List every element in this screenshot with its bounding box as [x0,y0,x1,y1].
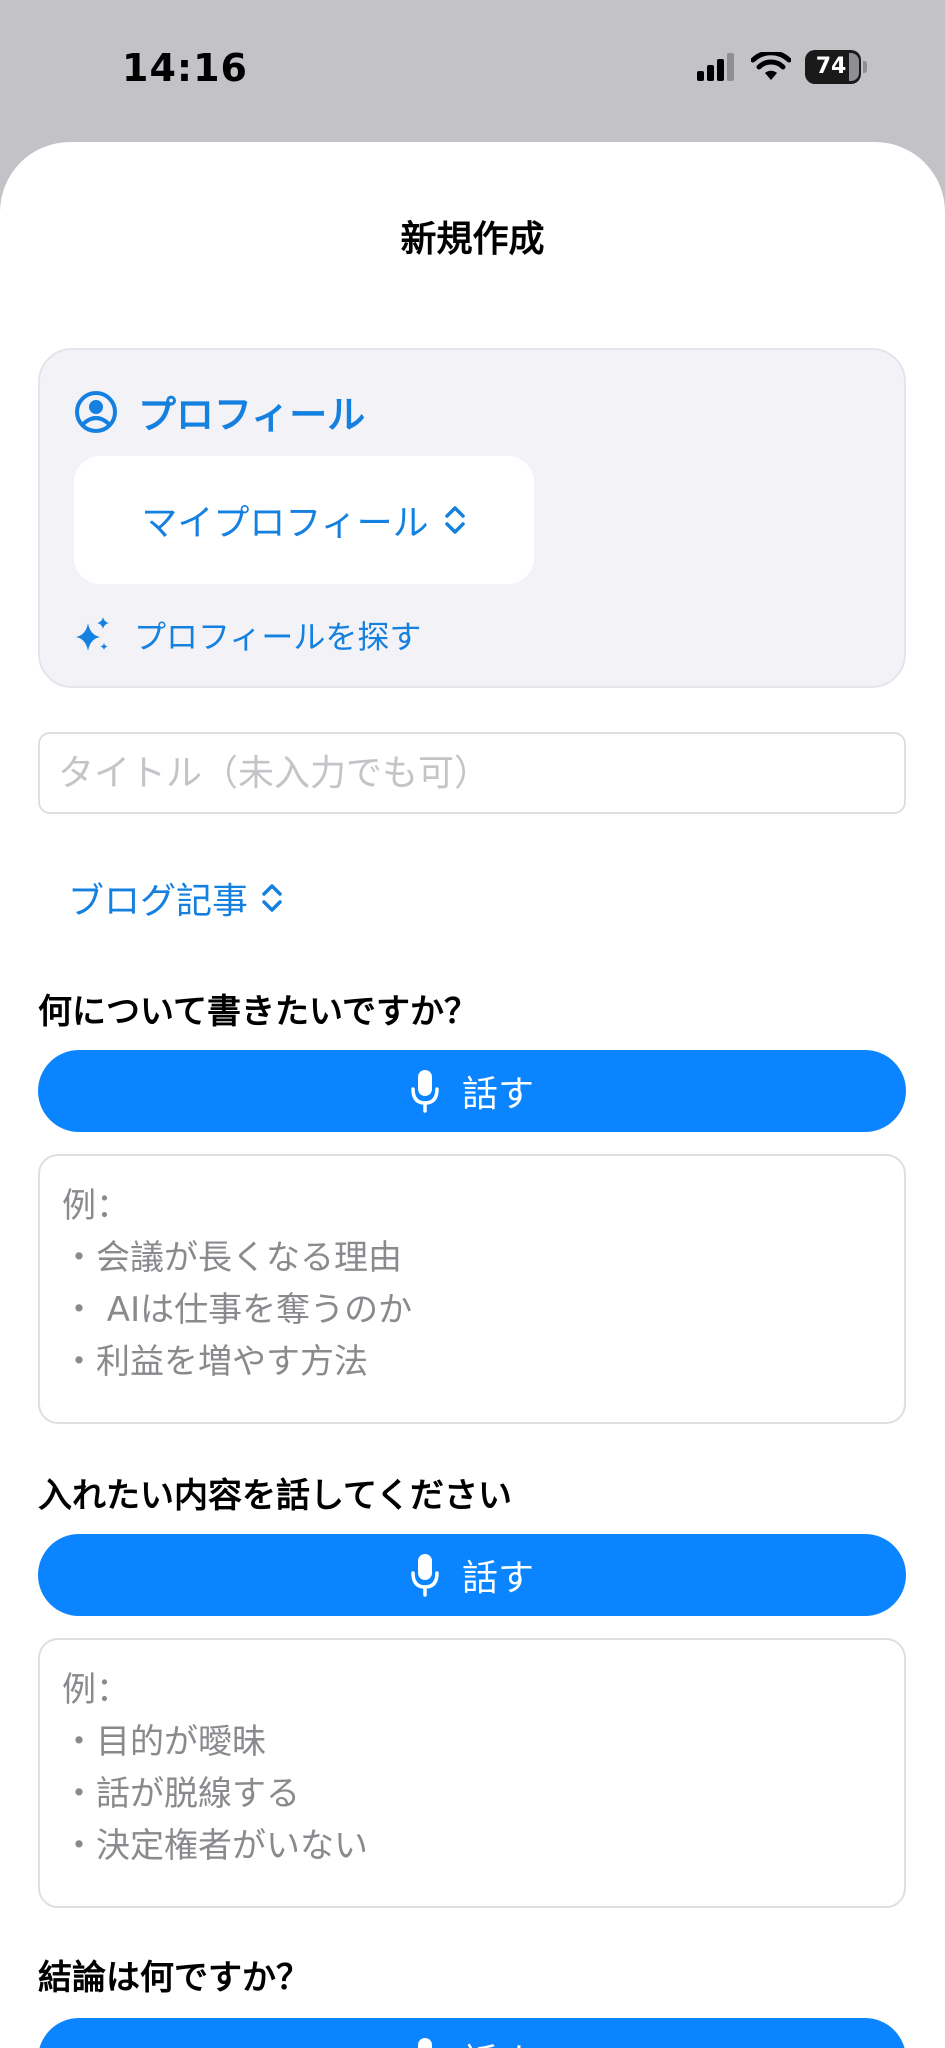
profile-card: プロフィール マイプロフィール プロフィールを探す [38,348,906,688]
chevron-updown-icon [444,506,465,534]
example-line: ・会議が長くなる理由 [62,1238,402,1278]
profile-label: プロフィール [138,393,366,437]
example-line: ・ AIは仕事を奪うのか [62,1290,413,1330]
find-profile-link[interactable]: プロフィールを探す [74,612,421,658]
profile-header: プロフィール [74,384,365,439]
profile-picker-value: マイプロフィール [141,503,429,544]
microphone-icon [411,1070,439,1113]
content-speak-label: 話す [461,1558,534,1599]
status-indicators: 74 [697,50,867,84]
conclusion-speak-label: 話す [462,2033,534,2048]
microphone-icon [417,2038,432,2048]
battery-level: 74 [815,54,847,79]
content-question: 入れたい内容を話してください [38,1476,512,1516]
topic-speak-label: 話す [461,1074,534,1115]
signal-icon [697,53,734,81]
conclusion-speak-button[interactable]: 話す [38,2018,906,2048]
find-profile-label: プロフィールを探す [134,618,422,656]
status-bar: 14:16 74 [0,0,945,140]
battery-icon: 74 [805,50,867,84]
document-type-value: ブログ記事 [68,881,249,922]
title-input[interactable] [38,732,906,814]
wifi-icon [751,52,791,80]
topic-speak-button[interactable]: 話す [38,1050,906,1132]
person-circle-icon [75,390,117,433]
topic-text-area[interactable]: 例： ・会議が長くなる理由 ・ AIは仕事を奪うのか ・利益を増やす方法 [38,1154,906,1424]
example-heading: 例： [62,1186,130,1226]
topic-question: 何について書きたいですか？ [38,992,478,1032]
example-line: ・決定権者がいない [62,1826,368,1866]
conclusion-question: 結論は何ですか？ [38,1958,310,1998]
document-type-picker[interactable]: ブログ記事 [68,872,284,924]
example-line: ・話が脱線する [62,1774,300,1814]
sheet-title: 新規作成 [400,219,545,260]
profile-picker[interactable]: マイプロフィール [74,456,534,584]
new-document-sheet: 新規作成 プロフィール マイプロフィール プロフィールを探す タイトル（未入力で… [0,142,945,2048]
example-line: ・目的が曖昧 [62,1722,266,1762]
example-heading: 例： [62,1670,130,1710]
example-line: ・利益を増やす方法 [62,1342,368,1382]
chevron-updown-icon [262,884,282,912]
content-text-area[interactable]: 例： ・目的が曖昧 ・話が脱線する ・決定権者がいない [38,1638,906,1908]
microphone-icon [411,1554,439,1597]
content-speak-button[interactable]: 話す [38,1534,906,1616]
status-time: 14:16 [122,46,248,90]
sparkles-icon [76,617,109,651]
